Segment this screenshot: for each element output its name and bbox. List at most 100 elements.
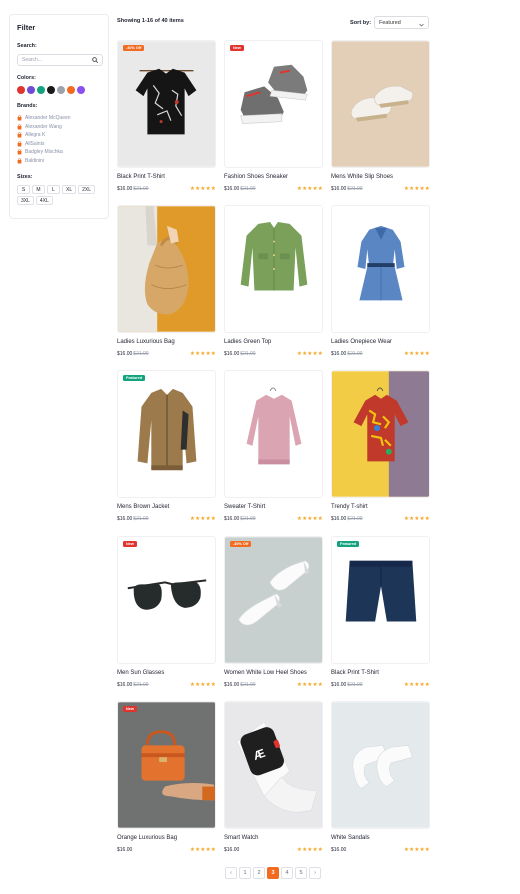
pagination: ‹ 1 2 3 4 5 › — [225, 867, 321, 879]
product-name[interactable]: Black Print T-Shirt — [331, 670, 379, 676]
size-option[interactable]: 4XL — [35, 196, 53, 205]
product-card[interactable]: -40% Off Black Print T-Shirt $16.00$21.00 ★… — [117, 40, 216, 200]
product-image[interactable] — [117, 205, 216, 333]
product-name[interactable]: Ladies Onepiece Wear — [331, 339, 392, 345]
product-card[interactable]: Ladies Luxurious Bag $16.00$21.00 ★★★★★ — [117, 205, 216, 365]
brand-item[interactable]: Allegra K — [17, 131, 101, 140]
product-price: $16.00$21.00 — [331, 682, 363, 688]
product-name[interactable]: Trendy T-shirt — [331, 504, 368, 510]
size-option[interactable]: S — [17, 185, 30, 194]
old-price: $21.00 — [240, 351, 256, 357]
page-button[interactable]: 2 — [253, 867, 265, 879]
product-image[interactable]: Æ — [224, 701, 323, 829]
current-price: $16.00 — [224, 682, 240, 688]
product-card[interactable]: Æ Smart Watch $16.00 ★★★★★ — [224, 701, 323, 861]
old-price: $21.00 — [347, 682, 363, 688]
page-button[interactable]: 3 — [267, 867, 279, 879]
size-option[interactable]: XL — [62, 185, 77, 194]
product-image[interactable] — [331, 701, 430, 829]
price-row: $16.00$21.00 ★★★★★ — [331, 516, 430, 522]
page-button[interactable]: 1 — [239, 867, 251, 879]
next-page-button[interactable]: › — [309, 867, 321, 879]
color-swatch[interactable] — [67, 86, 75, 94]
rating-stars-icon: ★★★★★ — [189, 682, 216, 688]
rating-stars-icon: ★★★★★ — [403, 682, 430, 688]
search-field[interactable] — [17, 54, 103, 66]
sort-select[interactable]: Featured — [374, 16, 430, 29]
product-name[interactable]: White Sandals — [331, 835, 370, 841]
product-name[interactable]: Fashion Shoes Sneaker — [224, 174, 288, 180]
product-card[interactable]: New Orange Luxurious Bag $16.00 ★★★★★ — [117, 701, 216, 861]
color-swatch[interactable] — [37, 86, 45, 94]
size-option[interactable]: M — [32, 185, 45, 194]
price-row: $16.00 ★★★★★ — [224, 847, 323, 853]
product-price: $16.00$21.00 — [331, 516, 363, 522]
price-row: $16.00 ★★★★★ — [331, 847, 430, 853]
size-option[interactable]: L — [47, 185, 60, 194]
product-name[interactable]: Smart Watch — [224, 835, 258, 841]
product-card[interactable]: Trendy T-shirt $16.00$21.00 ★★★★★ — [331, 370, 430, 530]
color-swatch[interactable] — [47, 86, 55, 94]
product-name[interactable]: Mens Brown Jacket — [117, 504, 169, 510]
product-card[interactable]: Featured Black Print T-Shirt $16.00$21.00 ★… — [331, 536, 430, 696]
size-option[interactable]: 3XL — [17, 196, 34, 205]
current-price: $16.00 — [224, 516, 240, 522]
product-image[interactable] — [117, 701, 216, 829]
product-card[interactable]: Featured Mens Brown Jacket $16.00$21.00 ★★★… — [117, 370, 216, 530]
product-card[interactable]: New Fashion Shoes Sneaker $16.00$21.00 ★★★★… — [224, 40, 323, 200]
product-image[interactable] — [117, 370, 216, 498]
product-image[interactable] — [331, 205, 430, 333]
brand-item[interactable]: Alexander Wang — [17, 123, 101, 132]
product-image[interactable] — [331, 40, 430, 168]
search-input[interactable] — [22, 57, 92, 63]
brand-item[interactable]: Baldinini — [17, 157, 101, 166]
product-card[interactable]: Ladies Green Top $16.00$21.00 ★★★★★ — [224, 205, 323, 365]
brand-item[interactable]: Badgley Mischka — [17, 148, 101, 157]
price-row: $16.00$21.00 ★★★★★ — [224, 351, 323, 357]
color-swatch[interactable] — [57, 86, 65, 94]
product-image[interactable] — [331, 370, 430, 498]
product-name[interactable]: Ladies Green Top — [224, 339, 271, 345]
product-card[interactable]: -30% Off Women White Low Heel Shoes $16.00… — [224, 536, 323, 696]
brand-item[interactable]: Alexander McQueen — [17, 114, 101, 123]
current-price: $16.00 — [117, 682, 133, 688]
product-card[interactable]: New Men Sun Glasses $16.00$21.00 ★★★★★ — [117, 536, 216, 696]
product-image[interactable] — [224, 40, 323, 168]
product-price: $16.00 — [117, 847, 132, 853]
product-name[interactable]: Orange Luxurious Bag — [117, 835, 177, 841]
product-name[interactable]: Women White Low Heel Shoes — [224, 670, 307, 676]
product-image[interactable] — [331, 536, 430, 664]
product-image[interactable] — [117, 536, 216, 664]
search-icon[interactable] — [92, 57, 98, 63]
product-image[interactable] — [224, 536, 323, 664]
color-swatches — [17, 86, 101, 94]
page-button[interactable]: 4 — [281, 867, 293, 879]
color-swatch[interactable] — [17, 86, 25, 94]
prev-page-button[interactable]: ‹ — [225, 867, 237, 879]
product-name[interactable]: Mens White Slip Shoes — [331, 174, 393, 180]
product-card[interactable]: Ladies Onepiece Wear $16.00$21.00 ★★★★★ — [331, 205, 430, 365]
product-card[interactable]: Sweater T-Shirt $16.00$21.00 ★★★★★ — [224, 370, 323, 530]
product-card[interactable]: Mens White Slip Shoes $16.00$21.00 ★★★★★ — [331, 40, 430, 200]
product-card[interactable]: White Sandals $16.00 ★★★★★ — [331, 701, 430, 861]
product-name[interactable]: Men Sun Glasses — [117, 670, 164, 676]
product-image[interactable] — [224, 205, 323, 333]
product-image[interactable] — [117, 40, 216, 168]
page-button[interactable]: 5 — [295, 867, 307, 879]
product-name[interactable]: Black Print T-Shirt — [117, 174, 165, 180]
size-option[interactable]: 2XL — [78, 185, 96, 194]
brand-item[interactable]: AllSaints — [17, 140, 101, 149]
old-price: $21.00 — [133, 516, 149, 522]
price-row: $16.00 ★★★★★ — [117, 847, 216, 853]
product-image[interactable] — [224, 370, 323, 498]
rating-stars-icon: ★★★★★ — [189, 351, 216, 357]
current-price: $16.00 — [224, 186, 240, 192]
price-row: $16.00$21.00 ★★★★★ — [117, 351, 216, 357]
old-price: $21.00 — [133, 351, 149, 357]
current-price: $16.00 — [331, 682, 347, 688]
color-swatch[interactable] — [27, 86, 35, 94]
color-swatch[interactable] — [77, 86, 85, 94]
shopping-bag-icon — [17, 115, 22, 121]
product-name[interactable]: Sweater T-Shirt — [224, 504, 265, 510]
product-name[interactable]: Ladies Luxurious Bag — [117, 339, 175, 345]
